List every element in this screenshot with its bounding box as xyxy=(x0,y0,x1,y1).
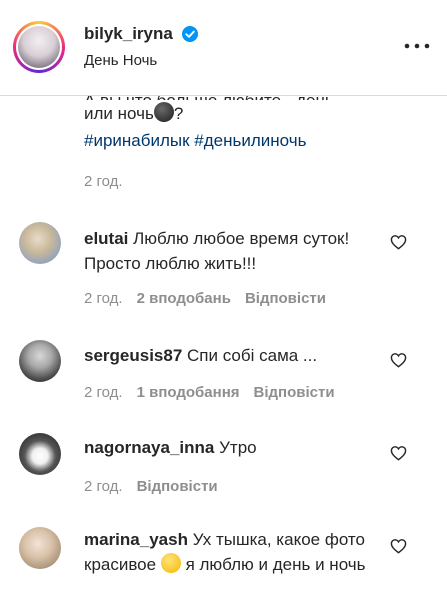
reply-button[interactable]: Відповісти xyxy=(245,290,326,307)
comment-username[interactable]: elutai xyxy=(84,229,128,248)
commenter-avatar[interactable] xyxy=(19,222,61,264)
commenter-avatar[interactable] xyxy=(19,527,61,569)
caption-text: или ночь? xyxy=(84,102,184,123)
comment-time[interactable]: 2 год. xyxy=(84,290,123,307)
dark-moon-emoji-icon xyxy=(153,102,174,122)
profile-username[interactable]: bilyk_iryna xyxy=(84,24,173,44)
post-timestamp[interactable]: 2 год. xyxy=(84,173,123,190)
more-options-icon[interactable] xyxy=(404,40,430,52)
comment-username[interactable]: marina_yash xyxy=(84,530,188,549)
comment-text: Утро xyxy=(219,438,257,457)
avatar-photo xyxy=(18,26,60,68)
commenter-avatar[interactable] xyxy=(19,340,61,382)
post-header: bilyk_iryna День Ночь xyxy=(0,0,447,96)
comment-time[interactable]: 2 год. xyxy=(84,478,123,495)
verified-badge-icon xyxy=(182,26,198,42)
profile-avatar[interactable] xyxy=(13,21,65,73)
comment-text-continued: я люблю и день и ночь xyxy=(185,555,366,574)
comment-likes[interactable]: 1 вподобання xyxy=(137,384,240,401)
comment-username[interactable]: nagornaya_inna xyxy=(84,438,214,457)
like-heart-icon[interactable] xyxy=(390,234,407,250)
comment-time[interactable]: 2 год. xyxy=(84,384,123,401)
comment-username[interactable]: sergeusis87 xyxy=(84,346,182,365)
post-location[interactable]: День Ночь xyxy=(84,52,157,69)
commenter-avatar[interactable] xyxy=(19,433,61,475)
like-heart-icon[interactable] xyxy=(390,352,407,368)
comment-text: Спи собі сама ... xyxy=(187,346,318,365)
caption-hashtags[interactable]: #иринабилык #деньилиночь xyxy=(84,128,306,154)
reply-button[interactable]: Відповісти xyxy=(137,478,218,495)
reply-button[interactable]: Відповісти xyxy=(254,384,335,401)
smiling-face-emoji-icon xyxy=(160,553,181,573)
comment-likes[interactable]: 2 вподобань xyxy=(137,290,231,307)
like-heart-icon[interactable] xyxy=(390,445,407,461)
like-heart-icon[interactable] xyxy=(390,538,407,554)
